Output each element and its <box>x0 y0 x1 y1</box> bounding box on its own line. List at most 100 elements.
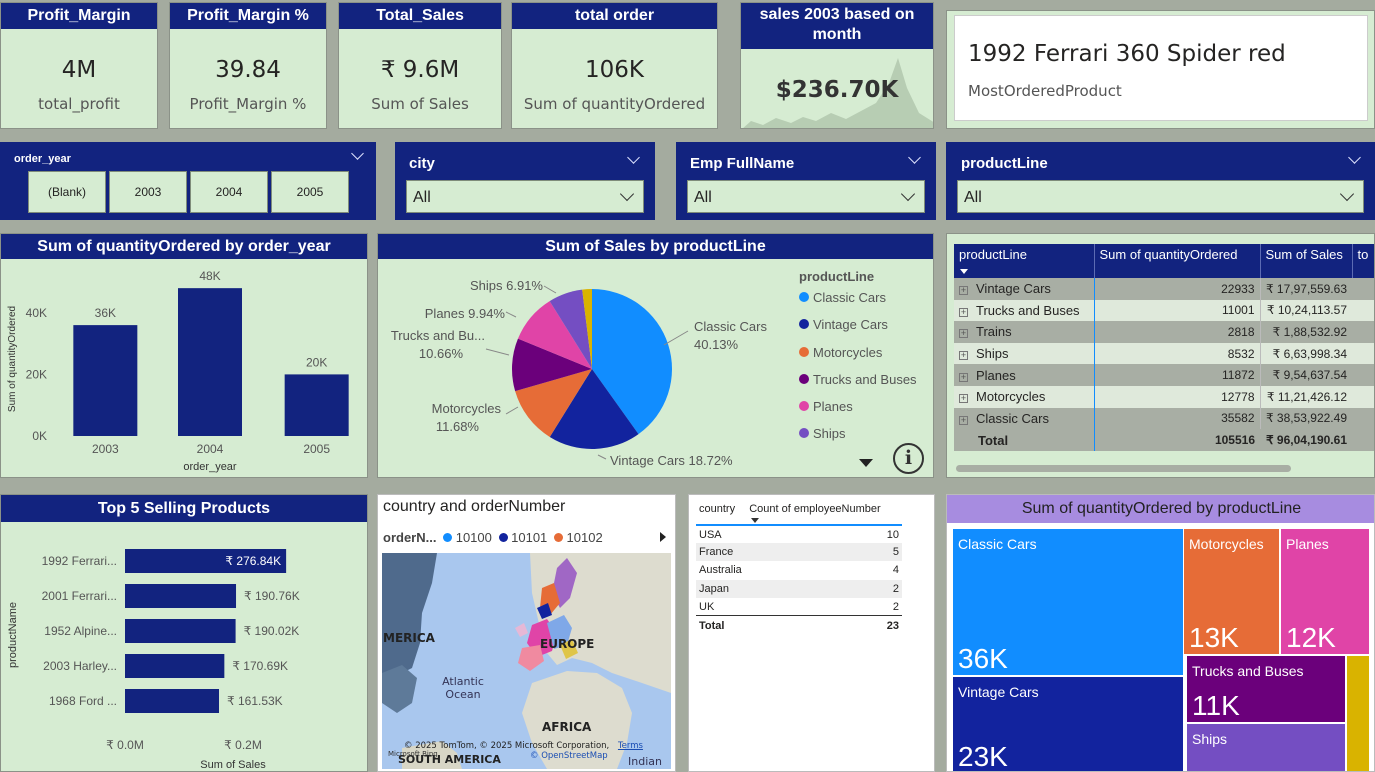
column-header-productline[interactable]: productLine <box>954 244 1095 278</box>
x-tick-label: 2003 <box>92 442 119 456</box>
column-header-qty[interactable]: Sum of quantityOrdered <box>1094 244 1261 278</box>
y-tick-label: 1992 Ferrari... <box>42 554 117 568</box>
total-cell: ₹ 96,04,190.61 <box>1265 433 1347 448</box>
legend-dot <box>498 533 508 542</box>
kpi-label: Profit_Margin % <box>189 95 307 113</box>
table-row[interactable]: USA 10 <box>696 525 902 544</box>
table-row[interactable]: + Motorcycles 12778 ₹ 11,21,426.12 <box>954 385 1374 408</box>
year-option-2003[interactable]: 2003 <box>109 171 187 213</box>
city-dropdown[interactable]: All <box>406 180 644 213</box>
treemap-tile[interactable]: Ships <box>1187 724 1345 771</box>
total-row: Total 23 <box>696 615 902 636</box>
data-label: ₹ 190.02K <box>244 624 300 638</box>
treemap-tile[interactable]: Trucks and Buses 11K <box>1187 656 1345 722</box>
kpi-card-total-sales: Total_Sales ₹ 9.6M Sum of Sales <box>338 2 502 129</box>
column-header-sales[interactable]: Sum of Sales <box>1260 244 1353 278</box>
treemap-tile[interactable]: Vintage Cars 23K <box>953 677 1183 771</box>
more-options-chevron-icon[interactable] <box>859 459 873 467</box>
table-row[interactable]: + Planes 11872 ₹ 9,54,637.54 <box>954 364 1374 386</box>
row-label: + Trucks and Buses <box>954 299 1095 322</box>
year-option-2005[interactable]: 2005 <box>271 171 349 213</box>
treemap-tile[interactable]: Planes 12K <box>1281 529 1369 654</box>
year-option-2004[interactable]: 2004 <box>190 171 268 213</box>
table-row[interactable]: Australia 4 <box>696 561 902 580</box>
kpi-card-total-order: total order 106K Sum of quantityOrdered <box>511 2 718 129</box>
cell-value: ₹ 1,88,532.92 <box>1272 324 1347 339</box>
legend-item[interactable]: Trucks and Buses <box>799 372 917 399</box>
world-map[interactable] <box>382 553 671 769</box>
kpi-value: $236.70K <box>775 77 899 103</box>
expand-icon[interactable]: + <box>959 307 968 317</box>
map-label-america: MERICA <box>383 631 435 645</box>
table-row[interactable]: + Trucks and Buses 11001 ₹ 10,24,113.57 <box>954 299 1374 322</box>
legend-dot <box>799 373 809 384</box>
treemap-tile[interactable]: Classic Cars 36K <box>953 529 1183 675</box>
y-tick-label: 20K <box>26 367 47 381</box>
map-attribution: © 2025 TomTom, © 2025 Microsoft Corporat… <box>404 741 643 761</box>
emp-dropdown[interactable]: All <box>687 180 925 213</box>
chart-sales-by-productline: Sum of Sales by productLine Classic Cars… <box>377 233 934 478</box>
legend-item[interactable]: Classic Cars <box>799 290 917 317</box>
legend-label: 10102 <box>566 530 603 545</box>
column-header-count[interactable]: Count of employeeNumber <box>749 503 902 525</box>
year-option-blank[interactable]: (Blank) <box>28 171 106 213</box>
y-axis-title: Sum of quantityOrdered <box>7 306 18 412</box>
legend-dot <box>799 346 809 357</box>
row-label: + Ships <box>954 342 1095 365</box>
column-header-to[interactable]: to <box>1352 244 1374 278</box>
treemap-tile[interactable] <box>1347 656 1369 771</box>
row-label: + Classic Cars <box>954 407 1095 430</box>
expand-icon[interactable]: + <box>959 372 968 382</box>
bar <box>73 325 138 436</box>
legend-item[interactable]: Vintage Cars <box>799 317 917 344</box>
cell-empty <box>1352 364 1374 386</box>
bar-chart-top5: 1992 Ferrari... ₹ 276.84K 2001 Ferrari... ₹… <box>7 549 300 771</box>
kpi-label: total_profit <box>38 95 120 113</box>
column-header-country[interactable]: country <box>696 503 749 525</box>
expand-icon[interactable]: + <box>959 394 968 404</box>
kpi-title: total order <box>512 3 717 29</box>
productline-dropdown[interactable]: All <box>957 180 1364 213</box>
chevron-down-icon[interactable] <box>908 151 921 164</box>
productline-dropdown-value: All <box>964 189 982 206</box>
table-row[interactable]: Japan 2 <box>696 579 902 598</box>
expand-icon[interactable]: + <box>959 286 968 296</box>
legend-next-arrow-icon[interactable] <box>660 532 666 542</box>
legend-item[interactable]: Planes <box>799 399 917 426</box>
row-label-text: Classic Cars <box>976 410 1049 426</box>
info-icon[interactable]: i <box>893 443 924 474</box>
bar <box>125 654 225 678</box>
chevron-down-icon[interactable] <box>351 147 364 160</box>
data-label: Vintage Cars 18.72% <box>610 453 733 468</box>
data-label: Planes 9.94% <box>425 306 506 321</box>
table-row[interactable]: France 5 <box>696 543 902 562</box>
horizontal-scrollbar[interactable] <box>956 465 1291 472</box>
map-legend: orderN... 10100 10101 10102 <box>383 530 603 545</box>
table-row[interactable]: + Vintage Cars 22933 ₹ 17,97,559.63 <box>954 278 1374 300</box>
expand-icon[interactable]: + <box>959 415 968 425</box>
legend-item[interactable]: Motorcycles <box>799 345 917 372</box>
chevron-down-icon[interactable] <box>627 151 640 164</box>
expand-icon[interactable]: + <box>959 351 968 361</box>
osm-link[interactable]: © OpenStreetMap <box>530 751 608 761</box>
table-row[interactable]: + Classic Cars 35582 ₹ 38,53,922.49 <box>954 407 1374 430</box>
cell-empty <box>1352 408 1374 430</box>
kpi-card-profit-margin: Profit_Margin % 39.84 Profit_Margin % <box>169 2 327 129</box>
most-ordered-inner <box>954 15 1368 121</box>
table-row[interactable]: + Trains 2818 ₹ 1,88,532.92 <box>954 321 1374 343</box>
chevron-down-icon[interactable] <box>1348 151 1361 164</box>
cell-value: France <box>699 546 734 559</box>
data-label: ₹ 276.84K <box>225 554 281 568</box>
slicer-title: order_year <box>14 153 71 165</box>
treemap: Classic Cars 36K Vintage Cars 23K Motorcycle… <box>953 529 1374 771</box>
expand-icon[interactable]: + <box>959 329 968 339</box>
terms-link[interactable]: Terms <box>618 741 643 751</box>
treemap-tile[interactable]: Motorcycles 13K <box>1184 529 1279 654</box>
attribution-text: © 2025 TomTom, © 2025 Microsoft Corporat… <box>404 741 610 751</box>
sort-desc-icon <box>751 518 760 523</box>
table-row[interactable]: UK 2 <box>696 597 902 616</box>
tile-value: 13K <box>1189 622 1239 653</box>
legend-dot <box>799 428 809 439</box>
table-row[interactable]: + Ships 8532 ₹ 6,63,998.34 <box>954 342 1374 365</box>
most-ordered-card: 1992 Ferrari 360 Spider red MostOrderedP… <box>946 10 1375 129</box>
